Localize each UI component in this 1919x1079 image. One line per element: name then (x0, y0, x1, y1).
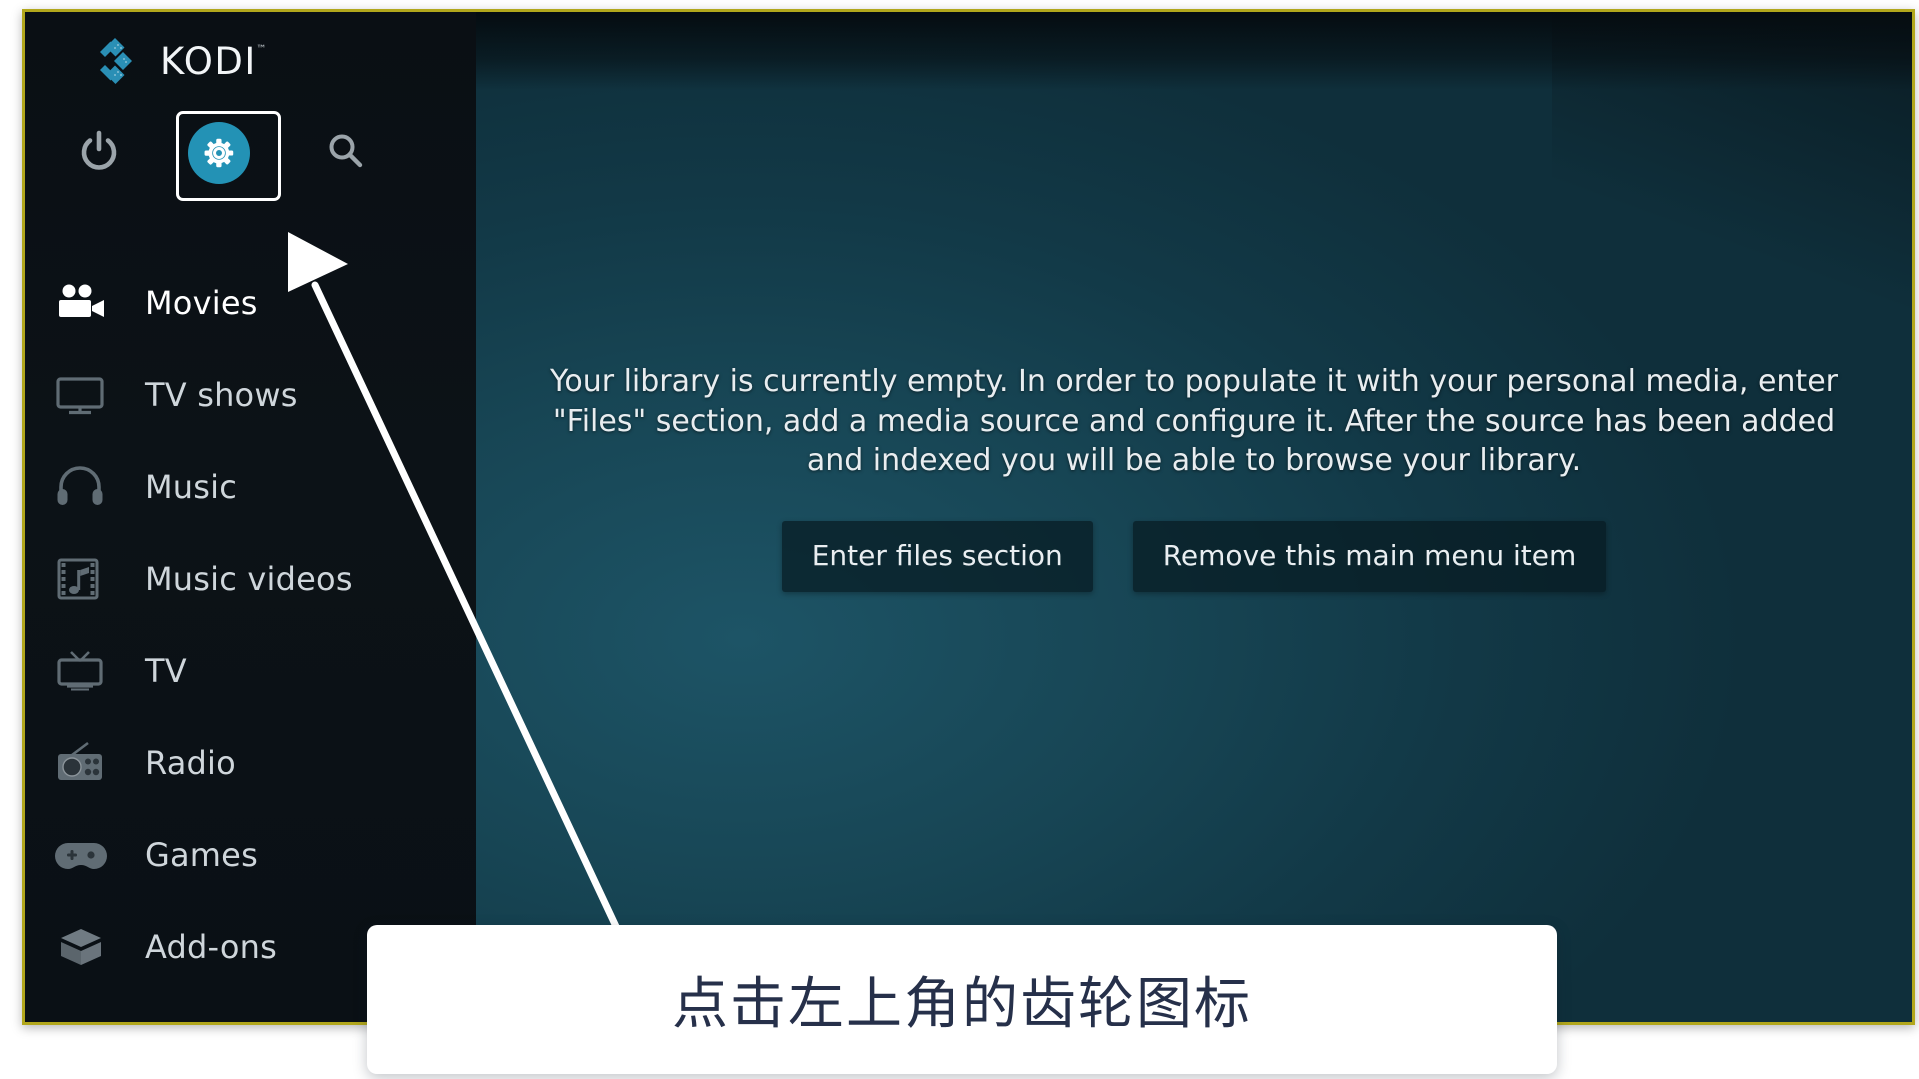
sidebar-item-music-videos[interactable]: Music videos (25, 533, 476, 625)
enter-files-section-button[interactable]: Enter files section (781, 520, 1093, 592)
instruction-text: 点击左上角的齿轮图标 (672, 972, 1252, 1037)
sidebar: KODI ™ Movies TV shows Music Music video… (25, 12, 476, 1022)
sidebar-item-label: Music (145, 468, 238, 506)
radio-icon (55, 740, 113, 786)
sidebar-item-label: Movies (145, 284, 258, 322)
instruction-callout: 点击左上角的齿轮图标 (367, 925, 1557, 1074)
main-menu: Movies TV shows Music Music videos TV Ra… (25, 257, 476, 1022)
movie-camera-icon (55, 280, 113, 326)
brand-name: KODI ™ (160, 39, 268, 83)
sidebar-item-label: Music videos (145, 560, 353, 598)
sidebar-item-music[interactable]: Music (25, 441, 476, 533)
sidebar-item-games[interactable]: Games (25, 809, 476, 901)
page-root: Your library is currently empty. In orde… (0, 0, 1919, 1079)
film-note-icon (55, 556, 113, 602)
sidebar-item-tv[interactable]: TV (25, 625, 476, 717)
sidebar-item-movies[interactable]: Movies (25, 257, 476, 349)
sidebar-item-label: TV (145, 652, 187, 690)
remove-main-menu-item-button[interactable]: Remove this main menu item (1132, 520, 1607, 592)
brand: KODI ™ (91, 34, 268, 88)
empty-library-actions: Enter files section Remove this main men… (781, 520, 1607, 592)
search-button[interactable] (300, 107, 392, 199)
retro-tv-icon (55, 648, 113, 694)
power-button[interactable] (53, 107, 145, 199)
clipped-item-icon (55, 1016, 113, 1022)
headphones-icon (55, 464, 113, 510)
settings-focus-ring (176, 111, 281, 201)
sidebar-item-radio[interactable]: Radio (25, 717, 476, 809)
sidebar-item-tv-shows[interactable]: TV shows (25, 349, 476, 441)
television-icon (55, 372, 113, 418)
trademark-mark: ™ (256, 43, 268, 55)
sidebar-item-label: Games (145, 836, 258, 874)
sidebar-item-label: Radio (145, 744, 236, 782)
sidebar-item-label: TV shows (145, 376, 298, 414)
addons-box-icon (55, 924, 113, 970)
search-icon (324, 129, 368, 177)
sidebar-item-label: Add-ons (145, 928, 278, 966)
gamepad-icon (55, 832, 113, 878)
kodi-diamond-logo-icon (91, 34, 145, 88)
empty-library-panel: Your library is currently empty. In orde… (476, 12, 1912, 1022)
empty-library-message: Your library is currently empty. In orde… (550, 364, 1838, 479)
power-icon (77, 129, 121, 177)
kodi-screenshot-frame: Your library is currently empty. In orde… (22, 9, 1915, 1025)
